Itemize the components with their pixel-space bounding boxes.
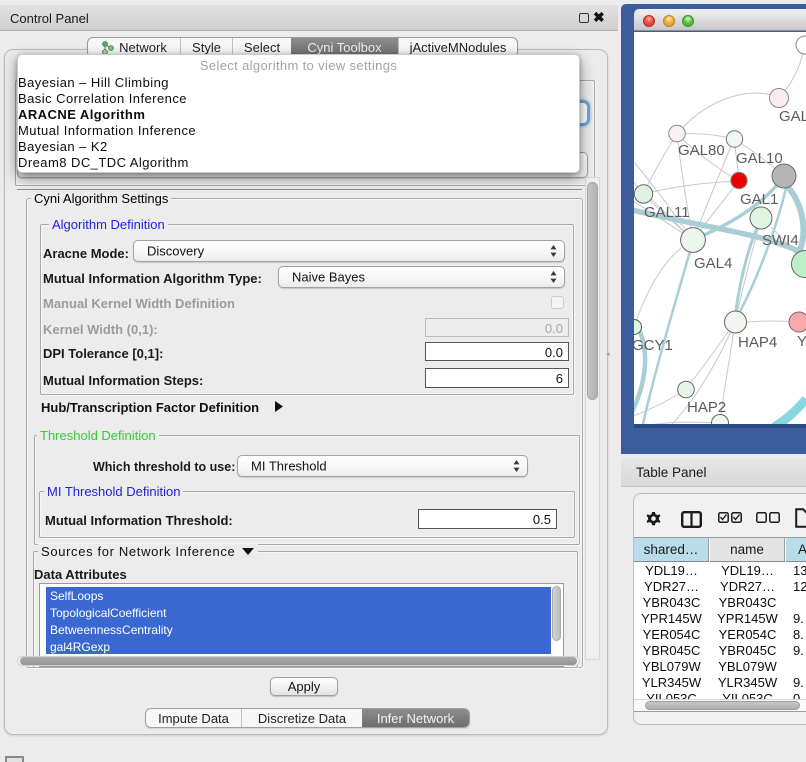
svg-text:SWI4: SWI4 xyxy=(762,232,799,249)
svg-text:HAP2: HAP2 xyxy=(687,399,726,416)
svg-text:GCY1: GCY1 xyxy=(634,337,673,354)
svg-text:HAP4: HAP4 xyxy=(738,334,777,351)
svg-text:GAL7: GAL7 xyxy=(779,108,806,125)
svg-text:GAL4: GAL4 xyxy=(694,255,732,272)
svg-text:GAL1: GAL1 xyxy=(740,191,778,208)
svg-text:GAL11: GAL11 xyxy=(644,204,690,221)
svg-text:GAL10: GAL10 xyxy=(736,150,783,167)
svg-text:Y: Y xyxy=(797,333,806,350)
svg-text:GAL80: GAL80 xyxy=(678,142,725,159)
